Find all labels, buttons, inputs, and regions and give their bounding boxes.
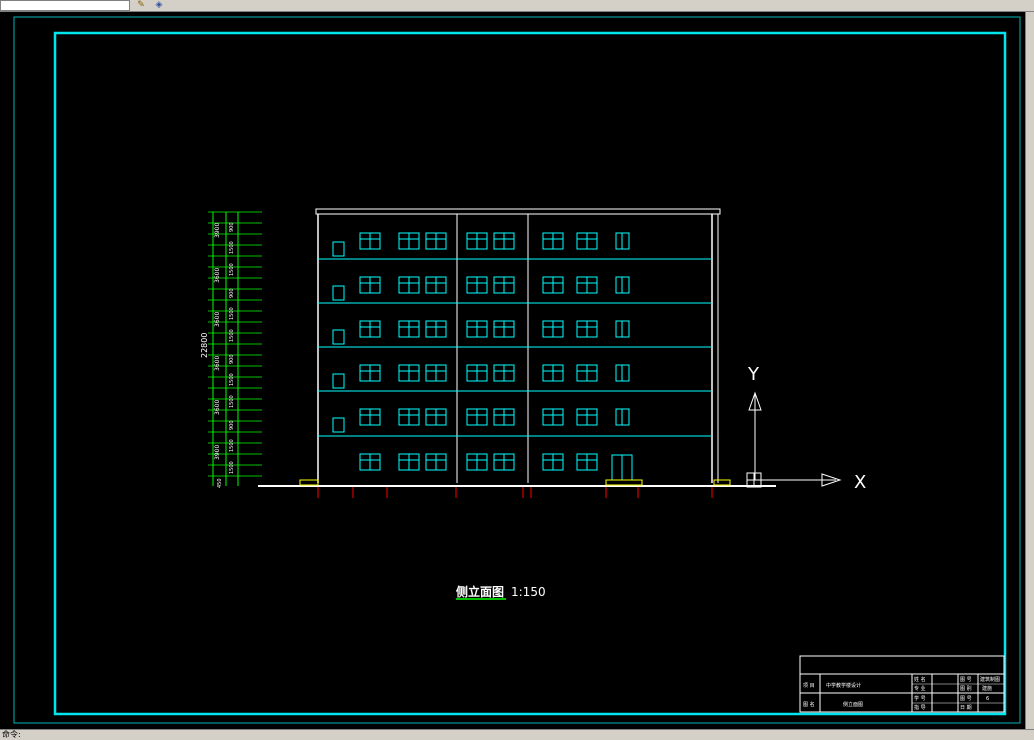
sub-dim: 1500 bbox=[229, 373, 235, 386]
total-height-label: 22800 bbox=[200, 333, 209, 358]
step bbox=[713, 479, 731, 486]
floor-height-dim: 3600 bbox=[214, 400, 221, 415]
sub-dim: 900 bbox=[229, 222, 235, 232]
tb-r3: 图 号 bbox=[960, 696, 972, 702]
tb-k3: 学 号 bbox=[914, 695, 926, 702]
small-window bbox=[332, 329, 345, 345]
drawing-title: 侧立面图 bbox=[456, 584, 504, 599]
step bbox=[605, 479, 643, 486]
tb-project-label: 项 目 bbox=[803, 683, 815, 689]
floor-height-dim: 3900 bbox=[214, 445, 221, 460]
tb-v3: 6 bbox=[986, 696, 989, 702]
command-prompt: 命令: bbox=[2, 730, 21, 739]
ucs-y-label: Y bbox=[747, 364, 760, 385]
tb-r4: 日 期 bbox=[960, 705, 972, 711]
tb-v2: 建施 bbox=[982, 685, 992, 692]
layer-icon[interactable]: ◈ bbox=[152, 0, 166, 10]
sub-dim: 1500 bbox=[229, 241, 235, 254]
floor-height-dim: 3600 bbox=[214, 312, 221, 327]
layer-field[interactable] bbox=[0, 0, 130, 11]
small-window bbox=[332, 241, 345, 257]
cad-drawing: 22800 3900 3600 3600 3600 3600 3900 900 1500 150… bbox=[13, 16, 1021, 724]
height-dimensions: 22800 3900 3600 3600 3600 3600 3900 900 1500 150… bbox=[200, 211, 262, 488]
sub-dim: 900 bbox=[229, 420, 235, 430]
pencil-icon[interactable]: ✎ bbox=[134, 0, 148, 10]
floor-height-dim: 3900 bbox=[214, 223, 221, 238]
title-block: 项 目 中学教学楼设计 图 名 侧立面图 姓 名 专 业 学 号 指 导 图 号… bbox=[799, 655, 1005, 713]
sub-dim: 900 bbox=[229, 288, 235, 298]
small-window bbox=[332, 417, 345, 433]
tb-r2: 图 别 bbox=[960, 685, 972, 692]
sub-dim: 1500 bbox=[229, 263, 235, 276]
vertical-scrollbar[interactable] bbox=[1025, 12, 1034, 730]
sub-dim: 1500 bbox=[229, 307, 235, 320]
tb-k2: 专 业 bbox=[914, 685, 926, 692]
toolbar: ✎ ◈ bbox=[0, 0, 1034, 12]
step bbox=[299, 479, 319, 486]
tb-drawing-value: 侧立面图 bbox=[843, 701, 863, 708]
building-elevation bbox=[258, 208, 776, 498]
parapet bbox=[315, 208, 721, 215]
tb-k4: 指 导 bbox=[914, 704, 926, 711]
tb-k1: 姓 名 bbox=[914, 676, 926, 683]
ucs-icon: Y X bbox=[746, 364, 866, 493]
tb-r1: 图 号 bbox=[960, 677, 972, 683]
tb-drawing-label: 图 名 bbox=[803, 701, 815, 708]
tb-project-value: 中学教学楼设计 bbox=[826, 682, 861, 689]
small-window bbox=[332, 373, 345, 389]
ucs-x-label: X bbox=[854, 472, 866, 493]
small-window bbox=[332, 285, 345, 301]
drawing-canvas[interactable]: 22800 3900 3600 3600 3600 3600 3900 900 1500 150… bbox=[0, 12, 1026, 730]
sub-dim: 1500 bbox=[229, 395, 235, 408]
sub-dim: 1500 bbox=[229, 439, 235, 452]
drawing-frame bbox=[53, 31, 1007, 716]
sub-dim: 1500 bbox=[229, 461, 235, 474]
floor-height-dim: 3600 bbox=[214, 356, 221, 371]
sub-dim: 900 bbox=[229, 354, 235, 364]
floor-height-dim: 3600 bbox=[214, 268, 221, 283]
sub-dim: 1500 bbox=[229, 329, 235, 342]
base-dim: 450 bbox=[217, 478, 223, 488]
command-line[interactable]: 命令: bbox=[0, 729, 1034, 740]
drawing-scale: 1:150 bbox=[511, 585, 546, 599]
tb-v1: 建筑制图 bbox=[980, 676, 1000, 683]
outer-border bbox=[13, 16, 1021, 724]
